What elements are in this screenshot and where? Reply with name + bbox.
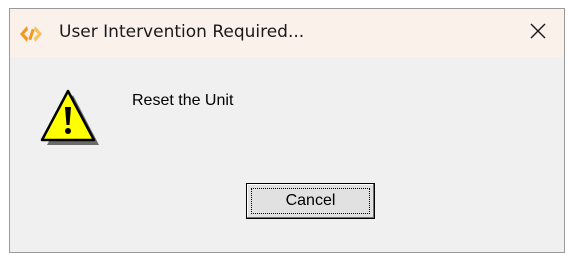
message-text: Reset the Unit (132, 92, 234, 109)
warning-icon (38, 89, 102, 145)
cancel-button[interactable]: Cancel (246, 183, 375, 219)
title-bar[interactable]: User Intervention Required... (10, 9, 564, 57)
user-intervention-dialog: User Intervention Required... Reset the … (9, 8, 565, 253)
app-logo-icon (19, 23, 43, 45)
close-icon (529, 22, 547, 45)
cancel-button-label: Cancel (251, 188, 370, 214)
window-title: User Intervention Required... (59, 22, 305, 42)
close-button[interactable] (512, 9, 564, 57)
